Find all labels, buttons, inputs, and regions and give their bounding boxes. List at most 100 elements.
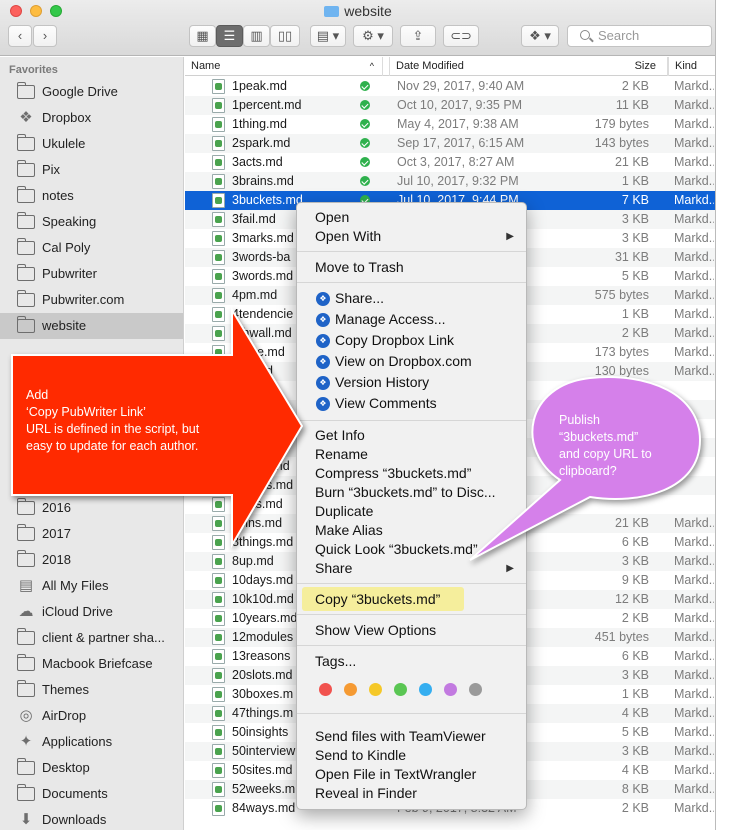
menu-tags[interactable]: Tags... — [297, 652, 526, 671]
sidebar-item-2016[interactable]: 2016 — [0, 495, 183, 521]
tag-color-dot[interactable] — [419, 683, 432, 696]
sidebar-item-pix[interactable]: Pix — [0, 157, 183, 183]
sort-chevron-icon: ^ — [369, 61, 374, 71]
file-size: 8 KB — [621, 782, 649, 796]
callout-line: “3buckets.md” — [559, 430, 639, 444]
action-button[interactable]: ⚙ ▾ — [353, 25, 393, 47]
file-row[interactable]: 3acts.md Oct 3, 2017, 8:27 AM 21 KB Markd..… — [185, 153, 715, 172]
sidebar-item-ukulele[interactable]: Ukulele — [0, 131, 183, 157]
sidebar-item-notes[interactable]: notes — [0, 183, 183, 209]
markdown-file-icon — [212, 725, 225, 740]
file-kind: Markd... — [674, 193, 714, 207]
tag-color-dot[interactable] — [369, 683, 382, 696]
menu-send-teamviewer[interactable]: Send files with TeamViewer — [297, 727, 526, 746]
sidebar-item-cal-poly[interactable]: Cal Poly — [0, 235, 183, 261]
tag-color-dot[interactable] — [344, 683, 357, 696]
edit-tags-button[interactable]: ⊂⊃ — [443, 25, 479, 47]
sidebar-item-macbook-briefcase[interactable]: Macbook Briefcase — [0, 651, 183, 677]
menu-dropbox-share[interactable]: ❖ Share... — [297, 289, 526, 308]
file-size: 575 bytes — [594, 288, 649, 302]
menu-move-to-trash[interactable]: Move to Trash — [297, 258, 526, 277]
sidebar-item-airdrop[interactable]: ◎ AirDrop — [0, 703, 183, 729]
submenu-arrow-icon: ▶ — [506, 231, 514, 242]
sidebar-item-desktop[interactable]: Desktop — [0, 755, 183, 781]
menu-get-info[interactable]: Get Info — [297, 426, 526, 445]
menu-version-history[interactable]: ❖ Version History — [297, 373, 526, 392]
menu-burn[interactable]: Burn “3buckets.md” to Disc... — [297, 483, 526, 502]
search-input[interactable]: Search — [567, 25, 712, 47]
menu-show-view-options[interactable]: Show View Options — [297, 621, 526, 640]
menu-reveal-in-finder[interactable]: Reveal in Finder — [297, 784, 526, 803]
markdown-file-icon — [212, 535, 225, 550]
sidebar-item-label: Cal Poly — [42, 240, 91, 255]
menu-open[interactable]: Open — [297, 208, 526, 227]
share-button[interactable]: ⇪ — [400, 25, 436, 47]
folder-icon — [17, 628, 35, 645]
file-size: 6 KB — [621, 649, 649, 663]
file-kind: Markd... — [674, 611, 714, 625]
sidebar-item-pubwriter-com[interactable]: Pubwriter.com — [0, 287, 183, 313]
file-date: Oct 3, 2017, 8:27 AM — [397, 155, 515, 169]
menu-compress[interactable]: Compress “3buckets.md” — [297, 464, 526, 483]
file-size: 3 KB — [621, 212, 649, 226]
sidebar-item-documents[interactable]: Documents — [0, 781, 183, 807]
file-row[interactable]: 3brains.md Jul 10, 2017, 9:32 PM 1 KB Markd… — [185, 172, 715, 191]
list-view-button[interactable]: ☰ — [216, 25, 243, 47]
column-header-name[interactable]: Name ^ — [185, 57, 383, 76]
folder-icon — [17, 290, 35, 307]
menu-view-comments[interactable]: ❖ View Comments — [297, 394, 526, 413]
menu-quick-look[interactable]: Quick Look “3buckets.md” — [297, 540, 526, 559]
tag-color-dot[interactable] — [319, 683, 332, 696]
markdown-file-icon — [212, 668, 225, 683]
menu-view-comments-label: View Comments — [335, 395, 437, 411]
menu-duplicate[interactable]: Duplicate — [297, 502, 526, 521]
sidebar-item-dropbox[interactable]: ❖ Dropbox — [0, 105, 183, 131]
tag-color-dot[interactable] — [469, 683, 482, 696]
file-size: 11 KB — [615, 98, 649, 112]
menu-view-on-dropbox[interactable]: ❖ View on Dropbox.com — [297, 352, 526, 371]
sidebar-item-icloud-drive[interactable]: ☁ iCloud Drive — [0, 599, 183, 625]
file-row[interactable]: 2spark.md Sep 17, 2017, 6:15 AM 143 bytes M… — [185, 134, 715, 153]
sidebar-item-all-my-files[interactable]: ▤ All My Files — [0, 573, 183, 599]
tag-color-dot[interactable] — [444, 683, 457, 696]
menu-separator — [297, 282, 526, 283]
column-view-button[interactable]: ▥ — [243, 25, 270, 47]
file-date: Oct 10, 2017, 9:35 PM — [397, 98, 523, 112]
menu-open-in-textwrangler[interactable]: Open File in TextWrangler — [297, 765, 526, 784]
sidebar-item-website[interactable]: website — [0, 313, 183, 339]
sidebar-item-pubwriter[interactable]: Pubwriter — [0, 261, 183, 287]
sidebar-item-downloads[interactable]: ⬇ Downloads — [0, 807, 183, 830]
sidebar-item-google-drive[interactable]: Google Drive — [0, 79, 183, 105]
sidebar-item-themes[interactable]: Themes — [0, 677, 183, 703]
file-row[interactable]: 1peak.md Nov 29, 2017, 9:40 AM 2 KB Markd..… — [185, 77, 715, 96]
back-button[interactable]: ‹ — [8, 25, 32, 47]
column-header-kind[interactable]: Kind — [668, 57, 715, 76]
search-placeholder: Search — [598, 28, 640, 43]
menu-copy-dropbox-link[interactable]: ❖ Copy Dropbox Link — [297, 331, 526, 350]
file-row[interactable]: 1thing.md May 4, 2017, 9:38 AM 179 bytes Ma… — [185, 115, 715, 134]
menu-open-with[interactable]: Open With ▶ — [297, 227, 526, 246]
forward-button[interactable]: › — [33, 25, 57, 47]
menu-separator — [297, 713, 526, 714]
menu-send-to-kindle[interactable]: Send to Kindle — [297, 746, 526, 765]
column-header-size[interactable]: Size — [600, 57, 662, 76]
menu-rename[interactable]: Rename — [297, 445, 526, 464]
menu-copy-file[interactable]: Copy “3buckets.md” — [302, 587, 464, 611]
icon-view-button[interactable]: ▦ — [189, 25, 216, 47]
file-row[interactable]: 1percent.md Oct 10, 2017, 9:35 PM 11 KB Mar… — [185, 96, 715, 115]
sidebar-item-speaking[interactable]: Speaking — [0, 209, 183, 235]
sidebar-item-label: Ukulele — [42, 136, 86, 151]
sidebar-item-applications[interactable]: ✦ Applications — [0, 729, 183, 755]
sidebar-item-2017[interactable]: 2017 — [0, 521, 183, 547]
menu-make-alias[interactable]: Make Alias — [297, 521, 526, 540]
file-name: 1percent.md — [232, 98, 302, 112]
tag-color-dot[interactable] — [394, 683, 407, 696]
arrange-button[interactable]: ▤ ▾ — [310, 25, 346, 47]
dropbox-toolbar-button[interactable]: ❖ ▾ — [521, 25, 559, 47]
menu-dropbox-manage-access[interactable]: ❖ Manage Access... — [297, 310, 526, 329]
menu-share[interactable]: Share ▶ — [297, 559, 526, 578]
cover-flow-button[interactable]: ▯▯ — [270, 25, 300, 47]
menu-open-with-label: Open With — [315, 228, 382, 244]
sidebar-item-2018[interactable]: 2018 — [0, 547, 183, 573]
sidebar-item-client-partner-sha-[interactable]: client & partner sha... — [0, 625, 183, 651]
